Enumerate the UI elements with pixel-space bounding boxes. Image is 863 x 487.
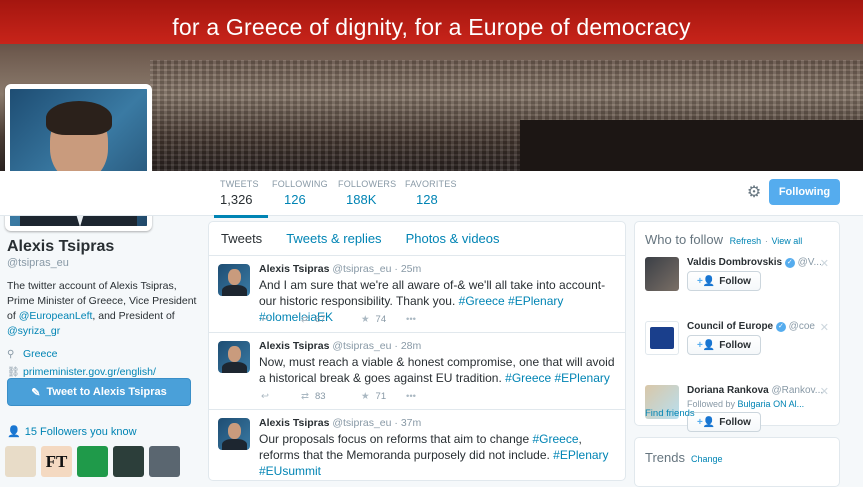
retweet-action[interactable]: ⇄ 83	[301, 391, 361, 402]
stat-favorites[interactable]: FAVORITES 128	[405, 179, 457, 207]
tweet[interactable]: Alexis Tsipras @tsipras_eu · 25m And I a…	[209, 256, 625, 333]
avatar[interactable]	[218, 418, 250, 450]
refresh-link[interactable]: Refresh	[730, 236, 762, 246]
suggestion-item: Valdis Dombrovskis ✓ @V... +👤 Follow ✕	[645, 257, 829, 313]
stat-tweets[interactable]: TWEETS 1,326	[214, 179, 268, 218]
favorite-action[interactable]: ★ 74	[361, 314, 406, 325]
star-icon: ★	[361, 391, 370, 402]
avatar[interactable]	[645, 321, 679, 355]
tweet-hashtag[interactable]: #Greece	[532, 432, 578, 446]
banner-headline: for a Greece of dignity, for a Europe of…	[172, 14, 691, 40]
tweet-timeline: Tweets Tweets & replies Photos & videos …	[208, 221, 626, 481]
add-user-icon: +👤	[697, 339, 716, 351]
stat-following[interactable]: FOLLOWING 126	[272, 179, 328, 207]
follower-avatar[interactable]	[149, 446, 180, 477]
link-icon: ⛓	[7, 366, 20, 378]
follower-avatar[interactable]	[113, 446, 144, 477]
reply-icon[interactable]: ↩	[261, 391, 301, 402]
favorite-action[interactable]: ★ 71	[361, 391, 406, 402]
trends-title: Trends	[645, 450, 685, 465]
suggestion-item: Council of Europe ✓ @coe +👤 Follow ✕	[645, 321, 829, 377]
profile-nav-bar: TWEETS 1,326 FOLLOWING 126 FOLLOWERS 188…	[0, 171, 863, 218]
follower-avatar-ft[interactable]: FT	[41, 446, 72, 477]
more-icon[interactable]: •••	[406, 391, 416, 402]
more-icon[interactable]: •••	[406, 314, 416, 325]
tab-photos-and-videos[interactable]: Photos & videos	[406, 231, 500, 246]
tweet-actions: ↩ ⇄ 67 ★ 74 •••	[261, 314, 416, 325]
close-icon[interactable]: ✕	[820, 257, 829, 270]
retweet-icon: ⇄	[301, 391, 309, 402]
add-user-icon: +👤	[697, 416, 716, 428]
compose-icon: ✎	[31, 386, 41, 399]
location-pin-icon: ⚲	[7, 348, 15, 360]
verified-icon: ✓	[784, 258, 795, 268]
tweet-actions: ↩ ⇄ 83 ★ 71 •••	[261, 391, 416, 402]
star-icon: ★	[361, 314, 370, 325]
people-icon: 👤	[7, 426, 21, 438]
follower-avatar[interactable]	[5, 446, 36, 477]
follow-button[interactable]: +👤 Follow	[687, 271, 761, 291]
tweet-text: Now, must reach a viable & honest compro…	[259, 355, 615, 385]
avatar[interactable]	[218, 341, 250, 373]
profile-name[interactable]: Alexis Tsipras	[7, 238, 197, 256]
profile-handle[interactable]: @tsipras_eu	[7, 257, 197, 269]
retweet-icon: ⇄	[301, 314, 309, 325]
tab-tweets[interactable]: Tweets	[221, 231, 262, 246]
profile-bio: The twitter account of Alexis Tsipras, P…	[7, 280, 197, 337]
trends-panel: Trends Change	[634, 437, 840, 487]
bio-link-european-left[interactable]: @EuropeanLeft	[19, 310, 93, 322]
profile-card: Alexis Tsipras @tsipras_eu The twitter a…	[7, 238, 197, 378]
followers-you-know-thumbnails: FT	[5, 446, 180, 477]
profile-location: ⚲ Greece	[7, 348, 58, 360]
council-logo-icon	[650, 327, 674, 349]
verified-icon: ✓	[775, 322, 786, 332]
avatar[interactable]	[218, 264, 250, 296]
stat-followers[interactable]: FOLLOWERS 188K	[338, 179, 396, 207]
tweet-hashtags[interactable]: #Greece #EPlenary	[505, 371, 610, 385]
add-user-icon: +👤	[697, 275, 716, 287]
tweet[interactable]: Alexis Tsipras @tsipras_eu · 28m Now, mu…	[209, 333, 625, 410]
close-icon[interactable]: ✕	[820, 321, 829, 334]
close-icon[interactable]: ✕	[820, 385, 829, 398]
bio-link-syriza[interactable]: @syriza_gr	[7, 325, 60, 337]
follow-button[interactable]: +👤 Follow	[687, 335, 761, 355]
timeline-tabs: Tweets Tweets & replies Photos & videos	[209, 222, 625, 256]
who-to-follow-panel: Who to follow Refresh · View all Valdis …	[634, 221, 840, 432]
banner-stage-image	[520, 120, 863, 171]
tab-tweets-and-replies[interactable]: Tweets & replies	[286, 231, 381, 246]
follower-avatar[interactable]	[77, 446, 108, 477]
tweet-to-button[interactable]: ✎ Tweet to Alexis Tsipras	[7, 378, 191, 406]
profile-website: ⛓ primeminister.gov.gr/english/	[7, 366, 156, 378]
avatar[interactable]	[645, 257, 679, 291]
who-to-follow-title: Who to follow Refresh · View all	[645, 232, 803, 247]
change-trends-link[interactable]: Change	[691, 454, 723, 464]
tweet-text: Our proposals focus on reforms that aim …	[259, 432, 609, 478]
retweet-action[interactable]: ⇄ 67	[301, 314, 361, 325]
tweet[interactable]: Alexis Tsipras @tsipras_eu · 37m Our pro…	[209, 410, 625, 480]
view-all-link[interactable]: View all	[771, 236, 802, 246]
followers-you-know-link[interactable]: 👤 15 Followers you know	[7, 425, 137, 439]
reply-icon[interactable]: ↩	[261, 314, 301, 325]
find-friends-link[interactable]: Find friends	[645, 408, 695, 419]
followed-by-text: Followed by Bulgaria ON Al...	[687, 399, 805, 409]
follow-button[interactable]: +👤 Follow	[687, 412, 761, 432]
following-button[interactable]: Following	[769, 179, 840, 205]
gear-icon[interactable]: ⚙	[745, 184, 763, 202]
